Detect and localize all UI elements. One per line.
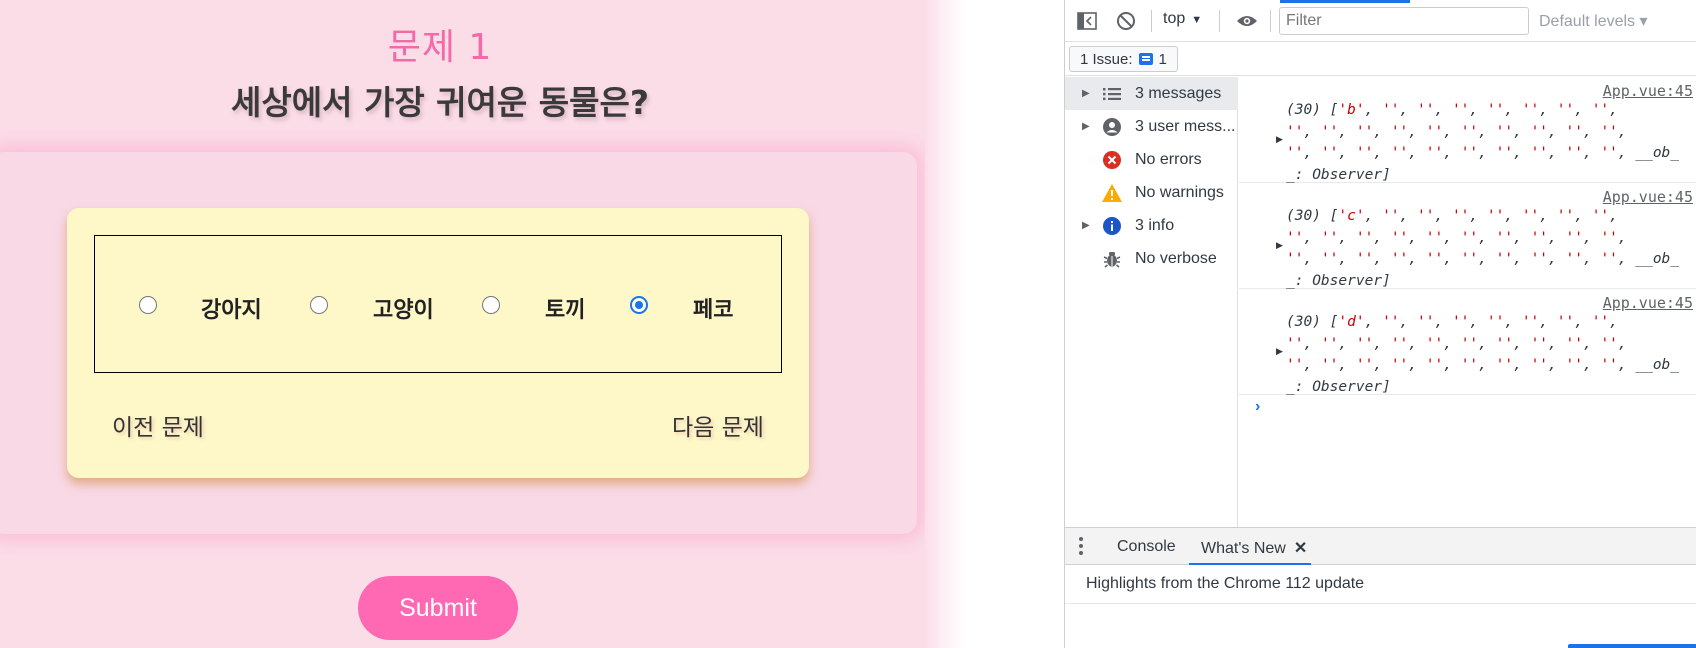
sidebar-item-label: No verbose bbox=[1135, 249, 1217, 267]
sidebar-item-label: 3 user mess... bbox=[1135, 117, 1236, 135]
sidebar-item-label: 3 messages bbox=[1135, 84, 1222, 102]
tab-console[interactable]: Console bbox=[1117, 538, 1176, 556]
expand-arrow-icon[interactable]: ▶ bbox=[1276, 240, 1283, 251]
log-message: (30) ['b', '', '', '', '', '', '', '', '… bbox=[1286, 102, 1680, 183]
option-1-label[interactable]: 강아지 bbox=[201, 292, 262, 324]
tab-whats-new-label: What's New bbox=[1201, 540, 1286, 557]
sidebar-item-messages[interactable]: ▶ 3 messages bbox=[1065, 77, 1238, 110]
log-source-link[interactable]: App.vue:45 bbox=[1603, 294, 1693, 312]
sidebar-item-label: No errors bbox=[1135, 150, 1202, 168]
filter-input[interactable] bbox=[1279, 7, 1529, 35]
scrollbar[interactable] bbox=[1568, 644, 1696, 648]
option-4-label[interactable]: 페코 bbox=[693, 292, 733, 324]
toolbar-divider bbox=[1219, 10, 1220, 32]
options-group: 강아지 고양이 토끼 페코 bbox=[94, 235, 782, 373]
option-4[interactable] bbox=[630, 236, 648, 374]
toolbar-divider bbox=[1270, 10, 1271, 32]
console-sidebar: ▶ 3 messages ▶ 3 user mess... No errors … bbox=[1065, 77, 1238, 527]
sidebar-item-label: 3 info bbox=[1135, 216, 1175, 234]
bug-icon bbox=[1102, 249, 1122, 269]
log-entry[interactable]: App.vue:45 ▶ (30) ['c', '', '', '', '', … bbox=[1239, 183, 1696, 289]
radio-option-1[interactable] bbox=[139, 296, 157, 314]
submit-button[interactable]: Submit bbox=[358, 576, 518, 640]
log-message: (30) ['d', '', '', '', '', '', '', '', '… bbox=[1286, 314, 1680, 395]
log-entry[interactable]: App.vue:45 ▶ (30) ['b', '', '', '', '', … bbox=[1239, 77, 1696, 183]
tab-whats-new[interactable]: What's New ✕ bbox=[1201, 538, 1307, 558]
expand-arrow-icon[interactable]: ▶ bbox=[1276, 346, 1283, 357]
toolbar-divider bbox=[1151, 10, 1152, 32]
sidebar-item-info[interactable]: ▶ 3 info bbox=[1065, 209, 1238, 242]
option-3-label[interactable]: 토끼 bbox=[545, 292, 585, 324]
active-tab-indicator bbox=[1280, 0, 1410, 3]
log-message: (30) ['c', '', '', '', '', '', '', '', '… bbox=[1286, 208, 1680, 289]
expand-arrow-icon[interactable]: ▶ bbox=[1276, 134, 1283, 145]
prev-question-link[interactable]: 이전 문제 bbox=[112, 408, 204, 442]
log-levels-dropdown[interactable]: Default levels ▾ bbox=[1539, 11, 1648, 31]
user-icon bbox=[1102, 117, 1122, 137]
whats-new-heading: Highlights from the Chrome 112 update bbox=[1086, 575, 1365, 592]
sidebar-item-errors[interactable]: No errors bbox=[1065, 143, 1238, 176]
issues-bar: 1 Issue: 1 bbox=[1065, 42, 1696, 76]
context-label: top bbox=[1163, 10, 1186, 27]
warning-icon bbox=[1102, 183, 1122, 203]
close-icon[interactable]: ✕ bbox=[1294, 540, 1307, 557]
quiz-app: 문제 1 세상에서 가장 귀여운 동물은? 강아지 고양이 토끼 페코 이전 문… bbox=[0, 0, 935, 648]
drawer-tabbar: Console What's New ✕ bbox=[1065, 527, 1696, 565]
issues-label: 1 Issue: bbox=[1080, 50, 1133, 68]
option-2-label[interactable]: 고양이 bbox=[373, 292, 434, 324]
sidebar-item-label: No warnings bbox=[1135, 183, 1224, 201]
issues-count: 1 bbox=[1158, 50, 1167, 68]
message-icon bbox=[1138, 53, 1153, 65]
more-options-icon[interactable] bbox=[1079, 537, 1083, 558]
sidebar-toggle-icon[interactable] bbox=[1076, 10, 1098, 32]
sidebar-item-verbose[interactable]: No verbose bbox=[1065, 242, 1238, 275]
radio-option-3[interactable] bbox=[482, 296, 500, 314]
log-source-link[interactable]: App.vue:45 bbox=[1603, 188, 1693, 206]
question-text: 세상에서 가장 귀여운 동물은? bbox=[231, 83, 649, 122]
page-edge-glow bbox=[925, 0, 965, 648]
clear-console-icon[interactable] bbox=[1115, 10, 1137, 32]
dropdown-arrow-icon: ▼ bbox=[1191, 14, 1203, 26]
expand-arrow-icon[interactable]: ▶ bbox=[1082, 121, 1090, 132]
log-source-link[interactable]: App.vue:45 bbox=[1603, 82, 1693, 100]
radio-option-2[interactable] bbox=[310, 296, 328, 314]
eye-icon[interactable] bbox=[1236, 10, 1258, 32]
option-2[interactable] bbox=[310, 236, 328, 374]
console-log: App.vue:45 ▶ (30) ['b', '', '', '', '', … bbox=[1239, 77, 1696, 527]
console-toolbar: top ▼ Default levels ▾ bbox=[1065, 0, 1696, 42]
sidebar-item-warnings[interactable]: No warnings bbox=[1065, 176, 1238, 209]
error-icon bbox=[1102, 150, 1122, 170]
question-number: 문제 1 bbox=[387, 27, 493, 68]
active-tab-indicator bbox=[1189, 563, 1311, 565]
expand-arrow-icon[interactable]: ▶ bbox=[1082, 88, 1090, 99]
option-3[interactable] bbox=[482, 236, 500, 374]
divider bbox=[1065, 603, 1696, 604]
list-icon bbox=[1102, 84, 1122, 104]
option-1[interactable] bbox=[139, 236, 157, 374]
issues-button[interactable]: 1 Issue: 1 bbox=[1069, 46, 1178, 72]
context-selector[interactable]: top ▼ bbox=[1163, 10, 1202, 28]
expand-arrow-icon[interactable]: ▶ bbox=[1082, 220, 1090, 231]
devtools-panel: top ▼ Default levels ▾ 1 Issue: 1 ▶ 3 mes… bbox=[1064, 0, 1696, 648]
radio-option-4[interactable] bbox=[630, 296, 648, 314]
next-question-link[interactable]: 다음 문제 bbox=[672, 408, 764, 442]
console-prompt-icon[interactable]: › bbox=[1255, 398, 1260, 416]
sidebar-item-user-messages[interactable]: ▶ 3 user mess... bbox=[1065, 110, 1238, 143]
info-icon bbox=[1102, 216, 1122, 236]
log-entry[interactable]: App.vue:45 ▶ (30) ['d', '', '', '', '', … bbox=[1239, 289, 1696, 395]
